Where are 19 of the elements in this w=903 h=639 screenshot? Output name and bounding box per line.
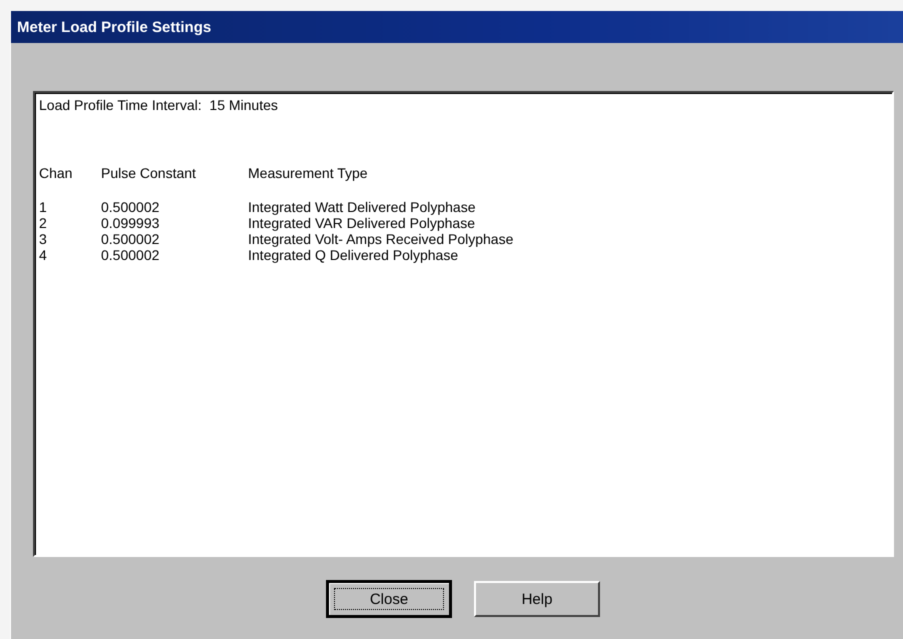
table-cell-text: 2 [39, 215, 48, 231]
table-cell-text: 0.500002 [101, 199, 160, 215]
table-cell-text: Integrated Watt Delivered Polyphase [248, 199, 476, 215]
dialog-button[interactable]: Close [326, 580, 452, 618]
column-header: Pulse Constant [101, 165, 197, 181]
window-title: Meter Load Profile Settings [11, 11, 903, 43]
table-cell-text: Integrated VAR Delivered Polyphase [248, 215, 476, 231]
column-header: Chan [39, 165, 74, 181]
table-cell-text: 1 [39, 199, 48, 215]
table-cell-text: 0.500002 [101, 231, 160, 247]
table-cell-text: 0.500002 [101, 247, 160, 263]
interval-text: Load Profile Time Interval: 15 Minutes [39, 97, 279, 113]
column-header: Measurement Type [248, 165, 368, 181]
table-cell-text: 4 [39, 247, 48, 263]
table-cell-text: 0.099993 [101, 215, 160, 231]
table-cell-text: Integrated Q Delivered Polyphase [248, 247, 460, 263]
table-cell-text: 3 [39, 231, 48, 247]
table-cell: Integrated Volt- Amps Received Polyphase [248, 231, 514, 247]
dialog-button[interactable]: Help [474, 581, 600, 617]
